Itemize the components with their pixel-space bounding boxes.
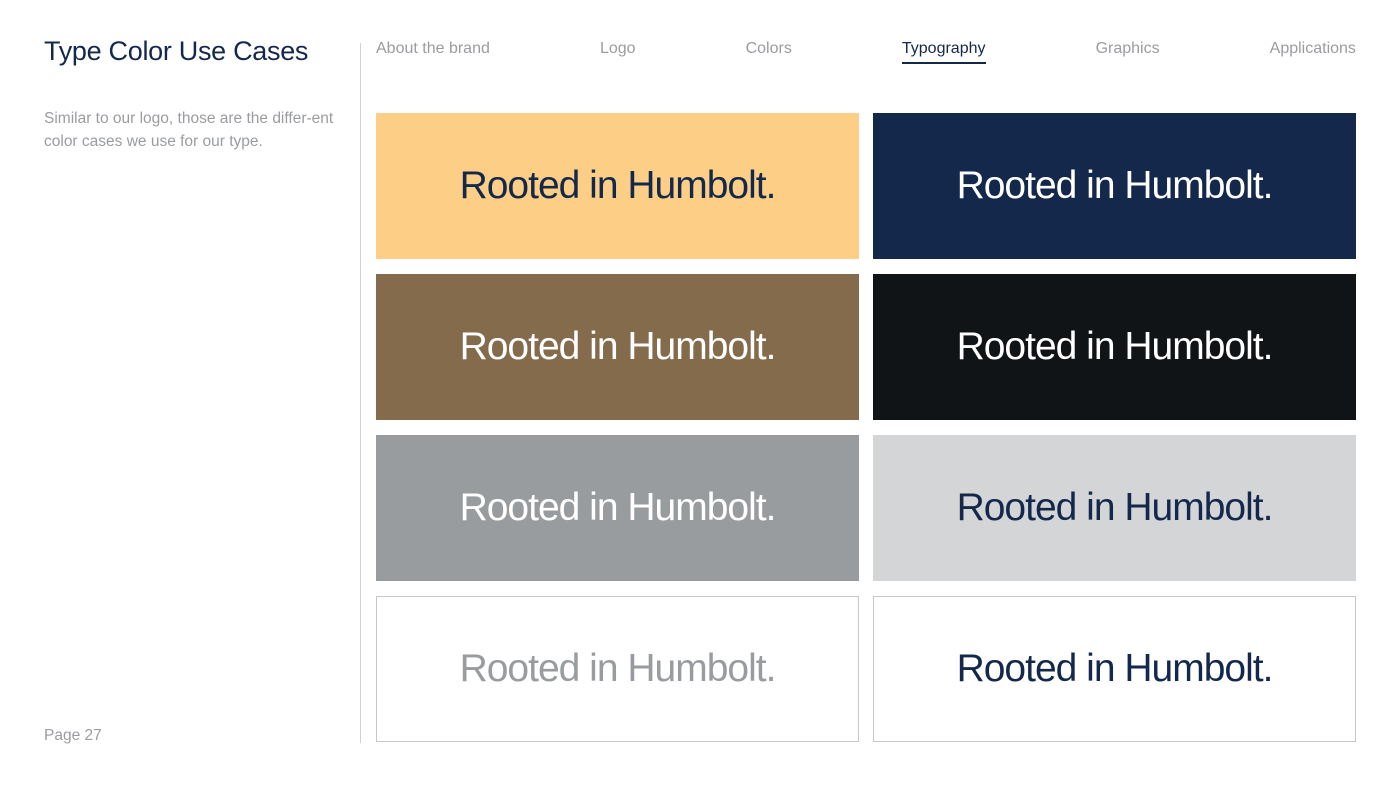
page-title: Type Color Use Cases bbox=[44, 36, 309, 66]
swatch-sample-text: Rooted in Humbolt. bbox=[459, 486, 777, 529]
swatch-sample-text: Rooted in Humbolt. bbox=[459, 164, 777, 207]
type-swatch-yellow: Rooted in Humbolt. bbox=[376, 113, 859, 259]
type-color-swatch-grid: Rooted in Humbolt. Rooted in Humbolt. Ro… bbox=[376, 113, 1356, 743]
brand-guide-page: Type Color Use Cases Similar to our logo… bbox=[0, 0, 1400, 787]
swatch-sample-text: Rooted in Humbolt. bbox=[956, 325, 1274, 368]
type-swatch-light-gray: Rooted in Humbolt. bbox=[873, 435, 1356, 581]
nav-item-applications[interactable]: Applications bbox=[1270, 40, 1356, 62]
nav-item-typography[interactable]: Typography bbox=[901, 40, 986, 64]
swatch-sample-text: Rooted in Humbolt. bbox=[956, 647, 1274, 690]
nav-item-colors[interactable]: Colors bbox=[746, 40, 792, 62]
type-swatch-brown: Rooted in Humbolt. bbox=[376, 274, 859, 420]
vertical-divider bbox=[360, 43, 361, 743]
type-swatch-black: Rooted in Humbolt. bbox=[873, 274, 1356, 420]
nav-item-graphics[interactable]: Graphics bbox=[1096, 40, 1160, 62]
page-number: Page 27 bbox=[44, 727, 102, 744]
swatch-sample-text: Rooted in Humbolt. bbox=[956, 486, 1274, 529]
section-nav: About the brand Logo Colors Typography G… bbox=[376, 40, 1356, 70]
nav-item-logo[interactable]: Logo bbox=[600, 40, 636, 62]
type-swatch-white-navy-text: Rooted in Humbolt. bbox=[873, 596, 1356, 742]
swatch-sample-text: Rooted in Humbolt. bbox=[459, 647, 777, 690]
swatch-sample-text: Rooted in Humbolt. bbox=[459, 325, 777, 368]
swatch-sample-text: Rooted in Humbolt. bbox=[956, 164, 1274, 207]
page-description: Similar to our logo, those are the diffe… bbox=[44, 110, 334, 150]
type-swatch-white-gray-text: Rooted in Humbolt. bbox=[376, 596, 859, 742]
type-swatch-navy: Rooted in Humbolt. bbox=[873, 113, 1356, 259]
nav-item-about-the-brand[interactable]: About the brand bbox=[376, 40, 490, 62]
type-swatch-gray: Rooted in Humbolt. bbox=[376, 435, 859, 581]
